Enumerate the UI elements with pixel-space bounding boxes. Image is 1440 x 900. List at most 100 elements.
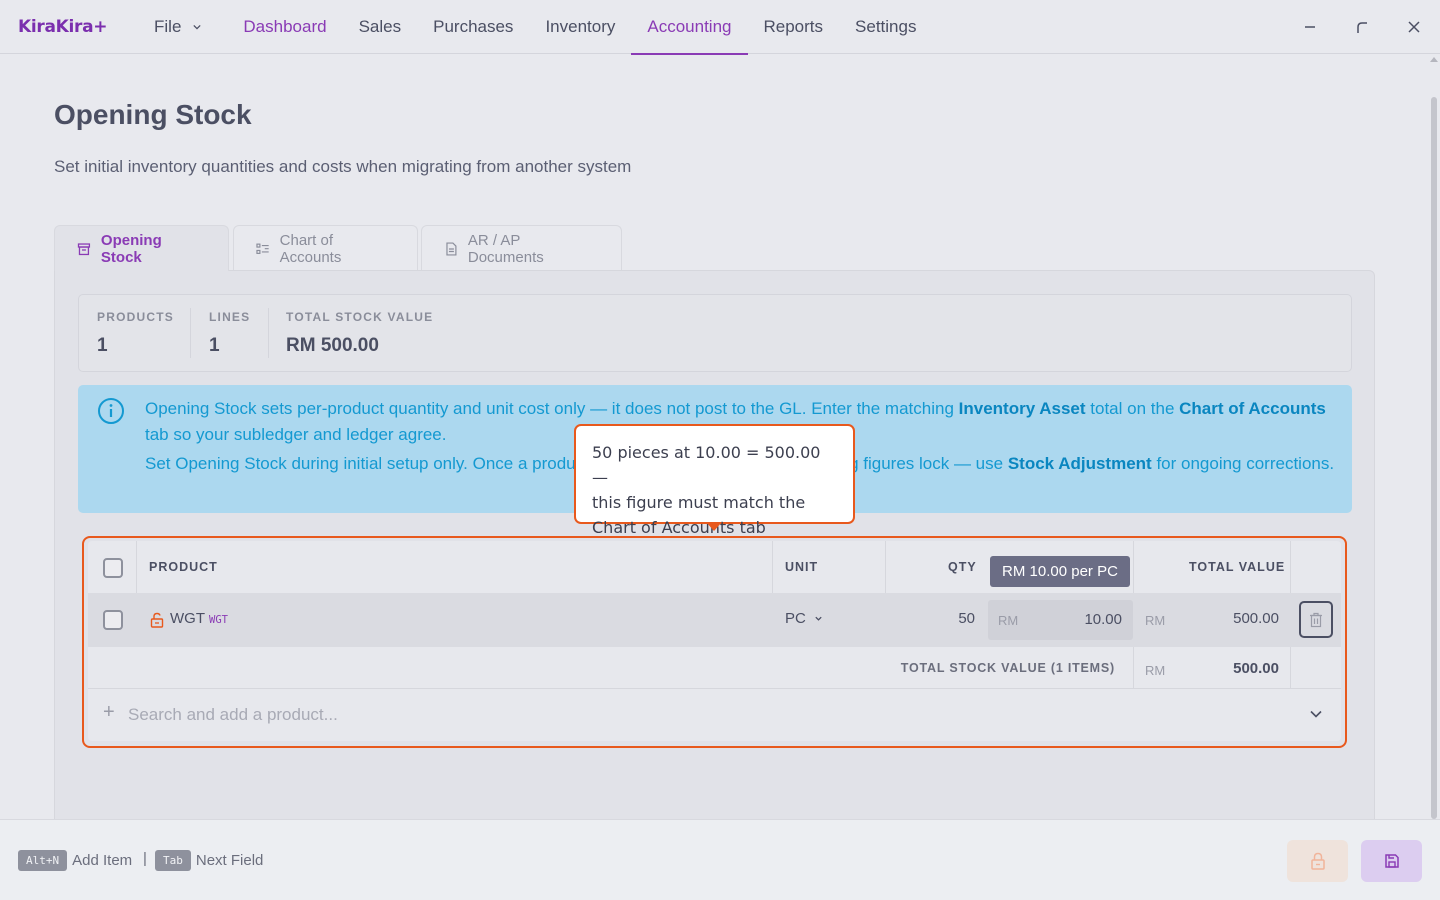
hint-next-field: Tab Next Field [155,850,263,871]
header-unit: UNIT [785,560,819,574]
page-subtitle: Set initial inventory quantities and cos… [54,157,632,176]
restore-button[interactable] [1336,0,1388,54]
stat-total-value: TOTAL STOCK VALUE RM 500.00 [286,310,433,357]
main-nav: File Dashboard Sales Purchases Inventory… [138,0,932,55]
callout-arrow [706,522,722,531]
nav-accounting[interactable]: Accounting [631,0,748,55]
menu-file[interactable]: File [138,0,217,54]
document-icon [446,241,457,256]
chevron-down-icon[interactable] [1309,709,1323,719]
window-controls [1284,0,1440,54]
save-icon [1384,854,1399,868]
scroll-thumb[interactable] [1431,97,1437,819]
select-all-checkbox[interactable] [103,558,123,578]
info-text-part: Opening Stock sets per-product quantity … [145,399,959,418]
product-name: WGT [170,610,205,627]
tab-ar-ap-documents-label: AR / AP Documents [467,231,544,266]
total-currency: RM [1145,613,1166,628]
stat-products: PRODUCTS 1 [97,310,174,357]
plus-icon: + [103,701,115,723]
nav-dashboard[interactable]: Dashboard [217,0,342,54]
footer-bar: Alt+N Add Item | Tab Next Field [0,819,1440,900]
close-button[interactable] [1388,0,1440,54]
menu-file-label: File [154,17,182,36]
column-divider [1133,647,1134,689]
save-button[interactable] [1361,840,1422,882]
info-text-part: total on the [1085,399,1180,418]
lock-icon [1310,852,1325,870]
list-icon [256,243,269,254]
stat-lines-label: LINES [209,310,251,324]
stock-table: PRODUCT UNIT QTY TOTAL VALUE WGT WGT PC … [88,541,1341,741]
lock-button[interactable] [1287,840,1348,882]
table-total-label: TOTAL STOCK VALUE (1 ITEMS) [900,661,1115,675]
nav-settings[interactable]: Settings [839,0,932,54]
nav-sales[interactable]: Sales [343,0,418,54]
chevron-down-icon [815,616,822,621]
chart-of-accounts-link: Chart of Accounts [1179,399,1326,418]
hint-label: Add Item [72,852,133,869]
minimize-button[interactable] [1284,0,1336,54]
qty-input[interactable]: 50 [940,610,975,627]
row-total-value: 500.00 [1233,610,1279,627]
delete-row-button[interactable] [1299,601,1333,638]
column-divider [1290,647,1291,689]
product-search-input[interactable] [128,705,1278,725]
table-total-currency: RM [1145,663,1166,678]
info-text-part: for ongoing corrections. [1151,454,1335,473]
stats-summary: PRODUCTS 1 LINES 1 TOTAL STOCK VALUE RM … [78,294,1352,372]
table-total-row: TOTAL STOCK VALUE (1 ITEMS) RM 500.00 [88,647,1341,689]
tab-opening-stock-label: Opening Stock [100,231,162,266]
unit-cost-tooltip: RM 10.00 per PC [990,556,1130,587]
nav-reports[interactable]: Reports [748,0,840,54]
table-row[interactable]: WGT WGT PC 50 RM 10.00 RM 500.00 [88,593,1341,647]
hint-separator: | [143,850,147,867]
callout-line: 50 pieces at 10.00 = 500.00 — [592,443,821,487]
product-code: WGT [209,614,228,626]
stat-total-value-value: RM 500.00 [286,335,379,356]
header-qty: QTY [948,560,977,574]
restore-icon [1357,22,1367,33]
inventory-asset-link: Inventory Asset [958,399,1086,418]
scroll-up-arrow[interactable] [1430,57,1438,62]
title-bar: KiraKira+ File Dashboard Sales Purchases… [0,0,1440,55]
unit-select-value: PC [785,610,806,627]
hint-label: Next Field [195,852,264,869]
tab-ar-ap-documents[interactable]: AR / AP Documents [421,225,622,271]
unit-cost-input[interactable]: RM 10.00 [988,600,1133,640]
minimize-icon [1305,26,1315,28]
table-total-value: 500.00 [1233,660,1279,677]
archive-icon [77,242,91,255]
stat-total-value-label: TOTAL STOCK VALUE [286,310,434,324]
unlock-icon[interactable] [150,612,164,628]
trash-icon [1310,612,1322,627]
scrollbar[interactable] [1428,55,1440,819]
tab-opening-stock[interactable]: Opening Stock [54,225,229,271]
page-title: Opening Stock [54,99,252,130]
unit-cost-value: 10.00 [1084,611,1122,628]
info-icon [98,398,124,424]
stock-adjustment-link: Stock Adjustment [1007,454,1152,473]
row-checkbox[interactable] [103,610,123,630]
header-product: PRODUCT [149,560,218,574]
explanation-callout: 50 pieces at 10.00 = 500.00 — this figur… [574,424,855,537]
info-text-part: tab so your subledger and ledger agree. [145,425,447,444]
stat-divider [190,308,191,358]
shortcut-key: Alt+N [18,850,68,871]
add-product-row[interactable]: + [88,688,1341,741]
stat-products-value: 1 [97,335,108,356]
unit-cost-currency: RM [998,613,1019,628]
unit-select[interactable]: PC [785,610,823,627]
close-icon [1408,21,1420,33]
header-total-value: TOTAL VALUE [1189,560,1286,574]
info-text-part: ng figures lock — use [839,454,1008,473]
callout-line: this figure must match the [592,493,806,512]
nav-inventory[interactable]: Inventory [529,0,631,54]
app-logo: KiraKira+ [18,17,108,37]
tab-chart-of-accounts[interactable]: Chart of Accounts [233,225,418,271]
stat-lines-value: 1 [209,335,220,356]
stat-products-label: PRODUCTS [97,310,174,324]
info-text-part: Set Opening Stock during initial setup o… [145,454,576,473]
chevron-down-icon [193,24,202,30]
nav-purchases[interactable]: Purchases [417,0,529,54]
